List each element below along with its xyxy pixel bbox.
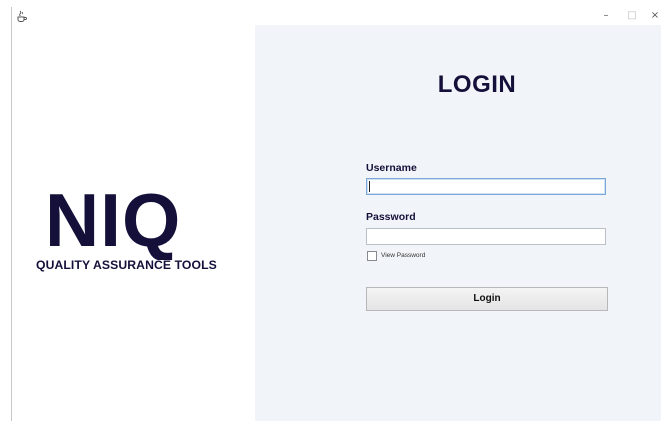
- view-password-label[interactable]: View Password: [381, 251, 425, 261]
- close-button[interactable]: ×: [648, 8, 661, 24]
- username-field[interactable]: [366, 178, 606, 195]
- brand-tagline: QUALITY ASSURANCE TOOLS: [36, 258, 217, 272]
- username-label: Username: [366, 162, 417, 174]
- login-button[interactable]: Login: [366, 287, 608, 311]
- text-caret: [369, 181, 370, 192]
- branding-panel: NIQ QUALITY ASSURANCE TOOLS: [12, 25, 255, 421]
- title-bar[interactable]: – □ ×: [12, 7, 661, 25]
- logo-text: NIQ: [45, 180, 181, 260]
- login-window: – □ × NIQ QUALITY ASSURANCE TOOLS LOGIN …: [11, 7, 661, 421]
- minimize-button[interactable]: –: [596, 8, 616, 24]
- maximize-button[interactable]: □: [622, 8, 642, 24]
- page-title: LOGIN: [437, 71, 517, 98]
- java-cup-icon: [17, 10, 27, 22]
- niq-logo: NIQ: [45, 180, 181, 260]
- password-label: Password: [366, 211, 416, 223]
- view-password-checkbox[interactable]: [367, 251, 377, 261]
- password-field[interactable]: [366, 228, 606, 245]
- login-panel: LOGIN Username Password View Password Lo…: [255, 25, 661, 421]
